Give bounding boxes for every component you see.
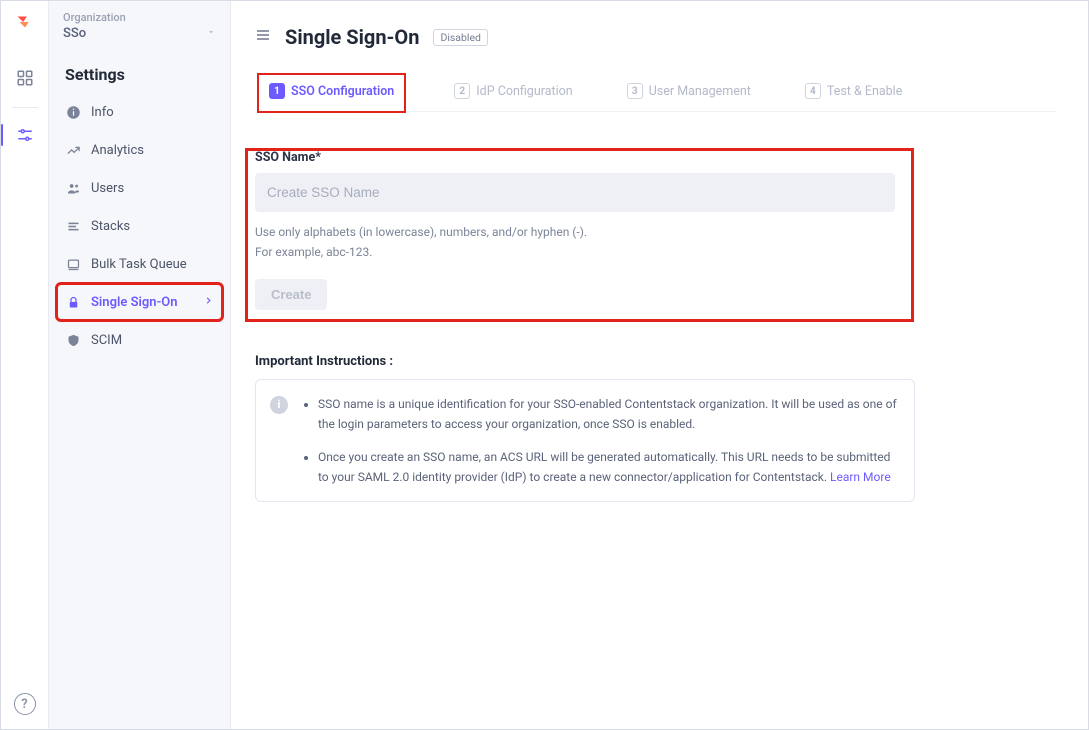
step-user-management[interactable]: 3 User Management <box>623 77 755 109</box>
sidebar-item-label: Analytics <box>91 143 144 158</box>
status-badge: Disabled <box>433 29 488 46</box>
analytics-icon <box>65 142 81 158</box>
step-label: IdP Configuration <box>476 84 572 99</box>
help-icon[interactable]: ? <box>14 693 36 715</box>
step-number: 4 <box>805 83 821 99</box>
menu-icon[interactable] <box>255 27 271 47</box>
page-header: Single Sign-On Disabled <box>255 25 1056 49</box>
step-number: 3 <box>627 83 643 99</box>
instruction-item: SSO name is a unique identification for … <box>318 394 898 435</box>
sidebar-title: Settings <box>49 47 230 94</box>
instructions-title: Important Instructions : <box>255 354 1056 369</box>
brand-logo-icon <box>14 11 36 37</box>
sidebar-item-label: Single Sign-On <box>91 295 178 310</box>
users-icon <box>65 180 81 196</box>
step-test-enable[interactable]: 4 Test & Enable <box>801 77 907 109</box>
learn-more-link[interactable]: Learn More <box>830 470 891 484</box>
shield-icon <box>65 332 81 348</box>
info-circle-icon <box>65 104 81 120</box>
hint-line: For example, abc-123. <box>255 242 1040 262</box>
sso-name-hint: Use only alphabets (in lowercase), numbe… <box>255 222 1040 263</box>
instructions-list: SSO name is a unique identification for … <box>300 394 898 488</box>
instructions-box: i SSO name is a unique identification fo… <box>255 379 915 503</box>
step-highlight: 1 SSO Configuration <box>259 75 404 111</box>
create-button[interactable]: Create <box>255 279 327 310</box>
step-number: 1 <box>269 83 285 99</box>
main-content: Single Sign-On Disabled 1 SSO Configurat… <box>231 1 1088 729</box>
chevron-down-icon <box>206 26 216 41</box>
org-selector[interactable]: Organization SSo <box>49 1 230 47</box>
page-title: Single Sign-On <box>285 25 419 49</box>
instruction-text: SSO name is a unique identification for … <box>318 397 897 431</box>
sidebar-item-stacks[interactable]: Stacks <box>57 208 222 244</box>
hint-line: Use only alphabets (in lowercase), numbe… <box>255 222 1040 242</box>
org-label: Organization <box>63 11 216 24</box>
org-value: SSo <box>63 26 86 41</box>
sidebar: Organization SSo Settings Info Analyti <box>49 1 231 729</box>
sso-name-label: SSO Name* <box>255 150 1040 165</box>
sidebar-item-label: SCIM <box>91 333 122 348</box>
rail-separator <box>12 107 38 108</box>
lock-icon <box>65 294 81 310</box>
sidebar-item-info[interactable]: Info <box>57 94 222 130</box>
chevron-right-icon <box>203 295 214 310</box>
step-number: 2 <box>454 83 470 99</box>
step-idp-configuration[interactable]: 2 IdP Configuration <box>450 77 576 109</box>
sidebar-nav: Info Analytics Users Stacks <box>49 94 230 360</box>
sidebar-item-bulk-task-queue[interactable]: Bulk Task Queue <box>57 246 222 282</box>
sidebar-item-label: Users <box>91 181 124 196</box>
sso-name-form: SSO Name* Use only alphabets (in lowerca… <box>255 136 1056 328</box>
step-label: SSO Configuration <box>291 84 394 99</box>
sidebar-item-label: Stacks <box>91 219 130 234</box>
sidebar-item-label: Info <box>91 105 114 120</box>
sidebar-item-single-sign-on[interactable]: Single Sign-On <box>57 284 222 320</box>
step-label: User Management <box>649 84 751 99</box>
instruction-text: Once you create an SSO name, an ACS URL … <box>318 450 890 484</box>
step-sso-configuration[interactable]: 1 SSO Configuration <box>265 77 398 109</box>
left-rail: ? <box>1 1 49 729</box>
wizard-steps: 1 SSO Configuration 2 IdP Configuration … <box>255 69 1056 112</box>
info-circle-icon: i <box>270 396 288 414</box>
sidebar-item-users[interactable]: Users <box>57 170 222 206</box>
queue-icon <box>65 256 81 272</box>
sidebar-item-label: Bulk Task Queue <box>91 257 187 272</box>
app-root: ? Organization SSo Settings Info <box>1 1 1088 729</box>
dashboard-icon[interactable] <box>8 61 42 95</box>
sso-name-input[interactable] <box>255 173 895 212</box>
step-label: Test & Enable <box>827 84 903 99</box>
stacks-icon <box>65 218 81 234</box>
instruction-item: Once you create an SSO name, an ACS URL … <box>318 447 898 488</box>
sidebar-item-scim[interactable]: SCIM <box>57 322 222 358</box>
sidebar-item-analytics[interactable]: Analytics <box>57 132 222 168</box>
settings-sliders-icon[interactable] <box>8 118 42 152</box>
